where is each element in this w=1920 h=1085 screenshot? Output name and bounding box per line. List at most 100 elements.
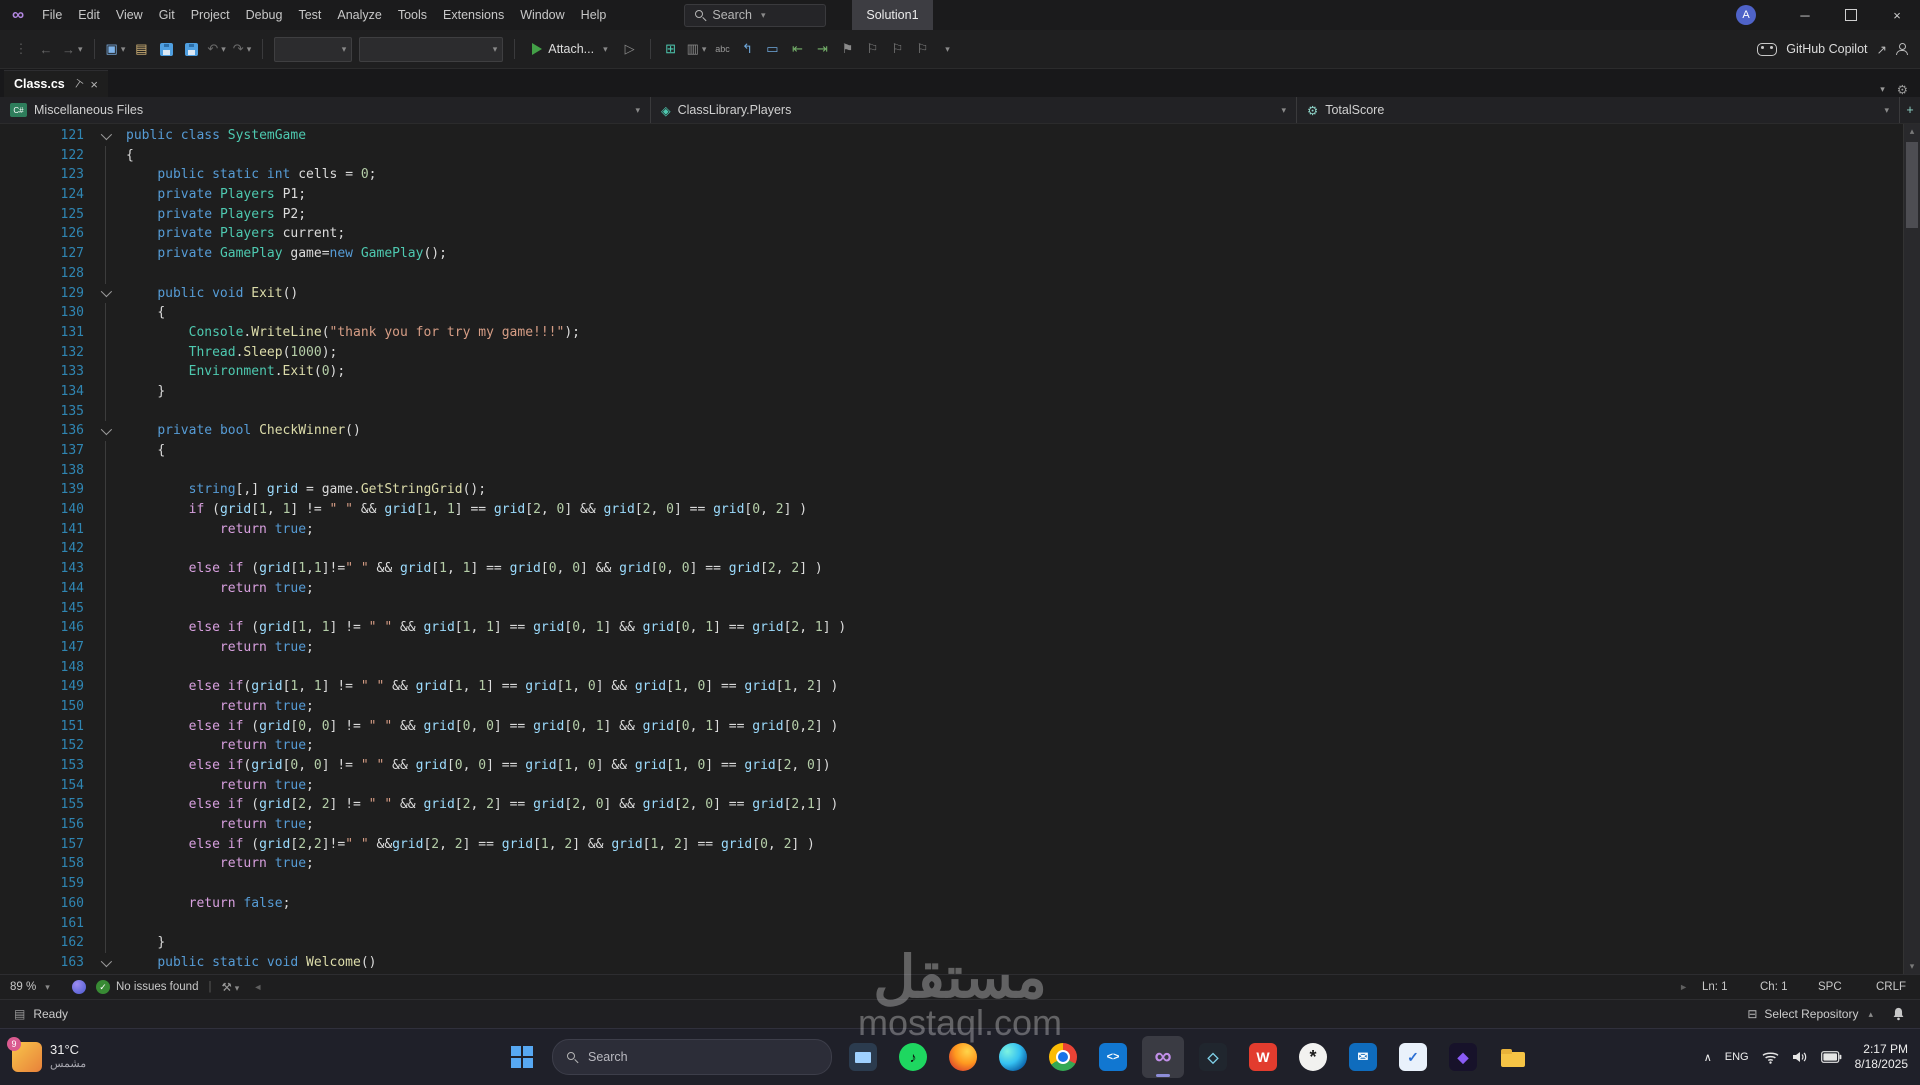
indent-increase-icon[interactable]: ⇥ bbox=[813, 38, 831, 60]
line-number[interactable]: 148 bbox=[0, 658, 84, 678]
taskbar-clock[interactable]: 2:17 PM 8/18/2025 bbox=[1855, 1042, 1908, 1072]
code-line[interactable]: 160 return false; bbox=[0, 894, 1904, 914]
code-line[interactable]: 125 private Players P2; bbox=[0, 205, 1904, 225]
code-line[interactable]: 136 private bool CheckWinner() bbox=[0, 421, 1904, 441]
line-number[interactable]: 150 bbox=[0, 697, 84, 717]
toolbar-overflow-caret[interactable]: ▾ bbox=[938, 38, 956, 60]
code-line[interactable]: 156 return true; bbox=[0, 815, 1904, 835]
code-line[interactable]: 147 return true; bbox=[0, 638, 1904, 658]
line-number[interactable]: 122 bbox=[0, 146, 84, 166]
code-line[interactable]: 128 bbox=[0, 264, 1904, 284]
code-line[interactable]: 135 bbox=[0, 402, 1904, 422]
scroll-right-icon[interactable]: ► bbox=[1679, 982, 1688, 992]
start-button[interactable] bbox=[502, 1037, 542, 1077]
open-file-icon[interactable]: ▤ bbox=[132, 38, 150, 60]
attach-button[interactable]: Attach...▾ bbox=[526, 36, 613, 62]
navigate-back-icon[interactable]: ← bbox=[37, 38, 55, 60]
line-number[interactable]: 155 bbox=[0, 795, 84, 815]
firefox-icon[interactable] bbox=[942, 1036, 984, 1078]
code-line[interactable]: 155 else if (grid[2, 2] != " " && grid[2… bbox=[0, 795, 1904, 815]
share-icon[interactable]: ↗ bbox=[1877, 42, 1887, 57]
line-number[interactable]: 157 bbox=[0, 835, 84, 855]
line-number[interactable]: 161 bbox=[0, 914, 84, 934]
line-number[interactable]: 144 bbox=[0, 579, 84, 599]
type-dropdown[interactable]: ◈ ClassLibrary.Players ▾ bbox=[651, 97, 1297, 123]
spotify-icon[interactable]: ♪ bbox=[892, 1036, 934, 1078]
line-number[interactable]: 153 bbox=[0, 756, 84, 776]
line-number[interactable]: 130 bbox=[0, 303, 84, 323]
code-line[interactable]: 154 return true; bbox=[0, 776, 1904, 796]
scroll-down-icon[interactable]: ▾ bbox=[1904, 961, 1920, 972]
code-line[interactable]: 140 if (grid[1, 1] != " " && grid[1, 1] … bbox=[0, 500, 1904, 520]
line-number[interactable]: 127 bbox=[0, 244, 84, 264]
vertical-scrollbar[interactable]: ▴ ▾ bbox=[1903, 124, 1920, 974]
battery-icon[interactable] bbox=[1821, 1051, 1842, 1063]
account-avatar[interactable]: A bbox=[1736, 5, 1756, 25]
menu-git[interactable]: Git bbox=[151, 8, 183, 22]
menu-test[interactable]: Test bbox=[290, 8, 329, 22]
language-indicator[interactable]: ENG bbox=[1725, 1051, 1749, 1063]
chatgpt-icon[interactable]: * bbox=[1292, 1036, 1334, 1078]
toggle-bookmark-icon[interactable]: ⚑ bbox=[838, 38, 856, 60]
code-line[interactable]: 149 else if(grid[1, 1] != " " && grid[1,… bbox=[0, 677, 1904, 697]
code-line[interactable]: 132 Thread.Sleep(1000); bbox=[0, 343, 1904, 363]
line-number[interactable]: 156 bbox=[0, 815, 84, 835]
line-number[interactable]: 125 bbox=[0, 205, 84, 225]
prev-bookmark-icon[interactable]: ⚐ bbox=[863, 38, 881, 60]
code-line[interactable]: 126 private Players current; bbox=[0, 224, 1904, 244]
code-line[interactable]: 153 else if(grid[0, 0] != " " && grid[0,… bbox=[0, 756, 1904, 776]
fold-chevron-icon[interactable] bbox=[84, 953, 126, 973]
menu-help[interactable]: Help bbox=[573, 8, 615, 22]
window-layout-icon[interactable]: ▥▾ bbox=[687, 38, 707, 60]
tab-list-caret-icon[interactable]: ▾ bbox=[1880, 84, 1885, 95]
menu-project[interactable]: Project bbox=[183, 8, 238, 22]
line-number[interactable]: 147 bbox=[0, 638, 84, 658]
accessibility-icon[interactable] bbox=[72, 980, 86, 994]
code-line[interactable]: 121public class SystemGame bbox=[0, 126, 1904, 146]
line-number[interactable]: 131 bbox=[0, 323, 84, 343]
obsidian-icon[interactable]: ◆ bbox=[1442, 1036, 1484, 1078]
code-line[interactable]: 131 Console.WriteLine("thank you for try… bbox=[0, 323, 1904, 343]
close-button[interactable]: × bbox=[1874, 0, 1920, 30]
code-line[interactable]: 144 return true; bbox=[0, 579, 1904, 599]
next-bookmark-icon[interactable]: ⚐ bbox=[888, 38, 906, 60]
code-line[interactable]: 141 return true; bbox=[0, 520, 1904, 540]
code-line[interactable]: 122{ bbox=[0, 146, 1904, 166]
volume-icon[interactable] bbox=[1792, 1050, 1808, 1064]
split-window-button[interactable]: + bbox=[1899, 97, 1920, 123]
code-line[interactable]: 151 else if (grid[0, 0] != " " && grid[0… bbox=[0, 717, 1904, 737]
fold-chevron-icon[interactable] bbox=[84, 421, 126, 441]
menu-view[interactable]: View bbox=[108, 8, 151, 22]
code-line[interactable]: 123 public static int cells = 0; bbox=[0, 165, 1904, 185]
code-line[interactable]: 157 else if (grid[2,2]!=" " &&grid[2, 2]… bbox=[0, 835, 1904, 855]
code-cleanup-button[interactable]: ⚒▾ bbox=[221, 980, 239, 994]
platform-combobox[interactable]: ▾ bbox=[359, 37, 503, 62]
code-line[interactable]: 137 { bbox=[0, 441, 1904, 461]
toolbar-drag-handle-icon[interactable]: ⋮ bbox=[12, 38, 30, 60]
new-project-icon[interactable]: ▣▾ bbox=[106, 38, 126, 60]
line-number[interactable]: 140 bbox=[0, 500, 84, 520]
file-explorer-icon[interactable] bbox=[1492, 1036, 1534, 1078]
monitor-app-icon[interactable] bbox=[842, 1036, 884, 1078]
maximize-button[interactable] bbox=[1828, 0, 1874, 30]
code-line[interactable]: 130 { bbox=[0, 303, 1904, 323]
line-number[interactable]: 162 bbox=[0, 933, 84, 953]
copilot-label[interactable]: GitHub Copilot bbox=[1786, 42, 1867, 56]
line-select-icon[interactable]: ▭ bbox=[763, 38, 781, 60]
menu-tools[interactable]: Tools bbox=[390, 8, 435, 22]
line-number[interactable]: 152 bbox=[0, 736, 84, 756]
tray-overflow-icon[interactable]: ∧ bbox=[1704, 1051, 1712, 1064]
code-line[interactable]: 163 public static void Welcome() bbox=[0, 953, 1904, 973]
fold-chevron-icon[interactable] bbox=[84, 126, 126, 146]
line-number[interactable]: 138 bbox=[0, 461, 84, 481]
line-number[interactable]: 143 bbox=[0, 559, 84, 579]
code-line[interactable]: 142 bbox=[0, 539, 1904, 559]
outlook-icon[interactable]: ✉ bbox=[1342, 1036, 1384, 1078]
wifi-icon[interactable] bbox=[1762, 1051, 1779, 1064]
menu-analyze[interactable]: Analyze bbox=[329, 8, 389, 22]
close-tab-icon[interactable]: × bbox=[90, 77, 98, 92]
zoom-dropdown[interactable]: 89 % ▾ bbox=[10, 981, 62, 993]
menu-edit[interactable]: Edit bbox=[70, 8, 108, 22]
menu-window[interactable]: Window bbox=[512, 8, 572, 22]
line-number[interactable]: 121 bbox=[0, 126, 84, 146]
